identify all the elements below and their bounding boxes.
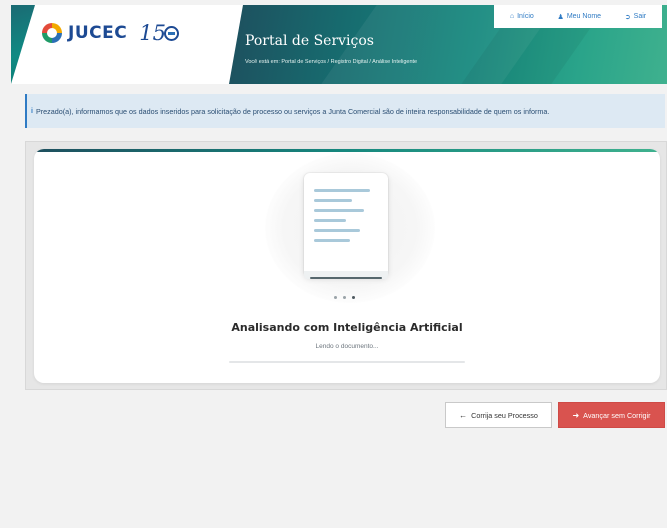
analysis-title: Analisando com Inteligência Artificial — [231, 321, 463, 334]
analysis-status: Lendo o documento... — [315, 343, 379, 350]
fix-process-button[interactable]: ← Corrija seu Processo — [445, 402, 552, 428]
nav-profile-link[interactable]: ♟ Meu Nome — [558, 13, 602, 21]
loading-dots — [334, 296, 355, 299]
breadcrumb: Você está em: Portal de Serviços / Regis… — [245, 59, 418, 65]
logo-text: JUCEC — [68, 23, 128, 43]
alert-text: Prezado(a), informamos que os dados inse… — [35, 106, 550, 116]
nav-logout-label: Sair — [633, 13, 647, 20]
document-icon — [304, 173, 388, 277]
loading-dot — [352, 296, 355, 299]
analysis-progress-bar — [229, 361, 465, 363]
info-alert: i Prezado(a), informamos que os dados in… — [25, 94, 665, 128]
user-icon: ♟ — [557, 13, 564, 21]
arrow-right-icon: ➜ — [572, 410, 580, 420]
nav-home-link[interactable]: ⌂ Início — [510, 13, 534, 20]
analysis-panel: Analisando com Inteligência Artificial L… — [25, 141, 667, 390]
anniversary-logo: 15 — [139, 21, 179, 45]
card-accent-bar — [34, 149, 660, 152]
nav-profile-label: Meu Nome — [566, 13, 602, 20]
loading-dot — [343, 296, 346, 299]
arrow-left-icon: ← — [459, 410, 468, 420]
jucec-logo-icon — [42, 23, 62, 43]
top-nav: ⌂ Início ♟ Meu Nome ➲ Sair — [494, 5, 662, 28]
sign-out-icon: ➲ — [624, 13, 631, 21]
advance-label: Avançar sem Corrigir — [583, 410, 651, 420]
scan-line — [310, 277, 382, 279]
jucec-logo[interactable]: JUCEC 15 — [38, 16, 188, 50]
nav-logout-link[interactable]: ➲ Sair — [625, 13, 646, 21]
home-icon: ⌂ — [509, 13, 515, 20]
anniversary-ring-icon — [163, 26, 179, 41]
anniversary-number: 15 — [139, 21, 166, 45]
info-icon: i — [31, 107, 33, 115]
advance-without-fix-button[interactable]: ➜ Avançar sem Corrigir — [558, 402, 665, 428]
analysis-card: Analisando com Inteligência Artificial L… — [34, 149, 660, 383]
fix-process-label: Corrija seu Processo — [471, 410, 538, 420]
loading-dot — [334, 296, 337, 299]
page-title: Portal de Serviços — [245, 33, 374, 49]
nav-home-label: Início — [517, 13, 534, 20]
